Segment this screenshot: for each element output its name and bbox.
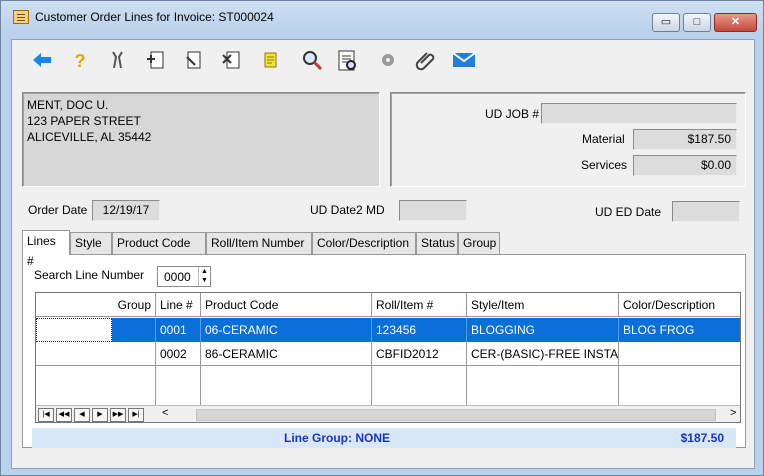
stepper-arrows[interactable]: ▲ ▼: [198, 267, 210, 286]
row-roll[interactable]: CBFID2012: [372, 342, 467, 366]
ud-ed-date-field[interactable]: [672, 201, 740, 222]
help-icon[interactable]: ?: [68, 49, 92, 73]
services-value: $0.00: [633, 155, 737, 176]
col-roll-item[interactable]: Roll/Item #: [372, 293, 467, 317]
order-form-icon: [13, 10, 29, 24]
edit-document-icon[interactable]: [182, 49, 206, 73]
empty-cell: [372, 366, 467, 405]
row-group-cell[interactable]: [36, 342, 156, 366]
minimize-button[interactable]: ▭: [652, 13, 680, 32]
horizontal-scrollbar[interactable]: [176, 408, 732, 422]
add-document-icon[interactable]: [144, 49, 168, 73]
row-line[interactable]: 0001: [156, 318, 201, 342]
tab-status[interactable]: Status: [416, 232, 458, 254]
ud-date2-field[interactable]: [399, 200, 467, 221]
toolbar: ?: [12, 40, 754, 86]
window-title: Customer Order Lines for Invoice: ST0000…: [35, 10, 274, 24]
col-style-item[interactable]: Style/Item: [467, 293, 619, 317]
address-line-2: 123 PAPER STREET: [27, 114, 141, 128]
empty-grid-area: [36, 366, 740, 405]
delete-document-icon[interactable]: [220, 49, 244, 73]
address-line-3: ALICEVILLE, AL 35442: [27, 130, 152, 144]
tab-color-description[interactable]: Color/Description: [312, 232, 416, 254]
row-color[interactable]: BLOG FROG: [619, 318, 740, 342]
maximize-button[interactable]: □: [683, 13, 711, 32]
order-lines-grid: Group Line # Product Code Roll/Item # St…: [35, 292, 741, 423]
row-product[interactable]: 86-CERAMIC: [201, 342, 372, 366]
empty-cell: [156, 366, 201, 405]
lines-tab-panel: Search Line Number 0000 ▲ ▼ Group Line # …: [22, 254, 746, 448]
next-record-button[interactable]: ▶: [92, 408, 108, 422]
row-roll[interactable]: 123456: [372, 318, 467, 342]
col-product-code[interactable]: Product Code: [201, 293, 372, 317]
ud-job-label: UD JOB #: [485, 107, 540, 121]
search-line-value[interactable]: 0000: [164, 270, 191, 284]
table-row[interactable]: 0001 06-CERAMIC 123456 BLOGGING BLOG FRO…: [36, 318, 740, 342]
services-label: Services: [581, 158, 628, 172]
print-preview-icon[interactable]: [336, 49, 360, 73]
settings-icon[interactable]: [376, 49, 400, 73]
app-window: Customer Order Lines for Invoice: ST0000…: [0, 0, 764, 476]
footer-total: $187.50: [680, 431, 724, 445]
row-style[interactable]: CER-(BASIC)-FREE INSTALLA: [467, 342, 619, 366]
order-date-label: Order Date: [28, 203, 88, 217]
tab-roll-item-number[interactable]: Roll/Item Number: [206, 232, 312, 254]
empty-cell: [467, 366, 619, 405]
ud-date2-label: UD Date2 MD: [310, 203, 385, 217]
col-group[interactable]: Group: [36, 293, 156, 317]
search-icon[interactable]: [300, 49, 324, 73]
email-icon[interactable]: [452, 49, 476, 73]
order-date-field[interactable]: 12/19/17: [92, 200, 160, 221]
scroll-left-arrow[interactable]: <: [162, 407, 168, 419]
last-record-button[interactable]: ▶|: [128, 408, 144, 422]
row-color[interactable]: [619, 342, 740, 366]
tab-lines[interactable]: Lines #: [22, 230, 70, 268]
prev-record-button[interactable]: ◀: [74, 408, 90, 422]
tab-product-code[interactable]: Product Code: [112, 232, 206, 254]
close-button[interactable]: ✕: [714, 13, 757, 32]
material-label: Material: [582, 132, 625, 146]
material-value: $187.50: [633, 129, 737, 150]
row-group-cell[interactable]: [36, 318, 112, 342]
search-line-label: Search Line Number: [34, 268, 145, 282]
row-product[interactable]: 06-CERAMIC: [201, 318, 372, 342]
prev-page-button[interactable]: ◀◀: [56, 408, 72, 422]
ud-ed-date-label: UD ED Date: [595, 205, 662, 219]
search-line-stepper[interactable]: 0000 ▲ ▼: [157, 266, 211, 287]
grid-navigator: |◀ ◀◀ ◀ ▶ ▶▶ ▶| < >: [36, 405, 740, 422]
totals-panel: UD JOB # Material $187.50 Services $0.00: [390, 92, 746, 187]
row-line[interactable]: 0002: [156, 342, 201, 366]
title-bar[interactable]: Customer Order Lines for Invoice: ST0000…: [1, 1, 763, 33]
tools-icon[interactable]: [106, 49, 130, 73]
client-area: ? MENT, DOC U. 123 PAPER STREET ALICEVIL…: [11, 39, 755, 469]
row-style[interactable]: BLOGGING: [467, 318, 619, 342]
next-page-button[interactable]: ▶▶: [110, 408, 126, 422]
ud-job-field[interactable]: [541, 103, 737, 124]
scroll-thumb[interactable]: [196, 409, 716, 421]
scroll-right-arrow[interactable]: >: [730, 407, 736, 419]
col-line[interactable]: Line #: [156, 293, 201, 317]
attachment-icon[interactable]: [414, 49, 438, 73]
grid-footer: Line Group: NONE $187.50: [32, 428, 736, 448]
address-line-1: MENT, DOC U.: [27, 98, 109, 112]
empty-cell: [201, 366, 372, 405]
customer-address-panel: MENT, DOC U. 123 PAPER STREET ALICEVILLE…: [22, 92, 380, 187]
table-row[interactable]: 0002 86-CERAMIC CBFID2012 CER-(BASIC)-FR…: [36, 342, 740, 366]
row-group-spacer[interactable]: [112, 318, 156, 342]
first-record-button[interactable]: |◀: [38, 408, 54, 422]
grid-header: Group Line # Product Code Roll/Item # St…: [36, 293, 740, 317]
col-color-description[interactable]: Color/Description: [619, 293, 740, 317]
note-icon[interactable]: [258, 49, 282, 73]
tab-group[interactable]: Group: [458, 232, 500, 254]
empty-cell: [36, 366, 156, 405]
line-group-label: Line Group: NONE: [284, 431, 390, 445]
back-arrow-icon[interactable]: [30, 49, 54, 73]
tab-style[interactable]: Style: [70, 232, 112, 254]
